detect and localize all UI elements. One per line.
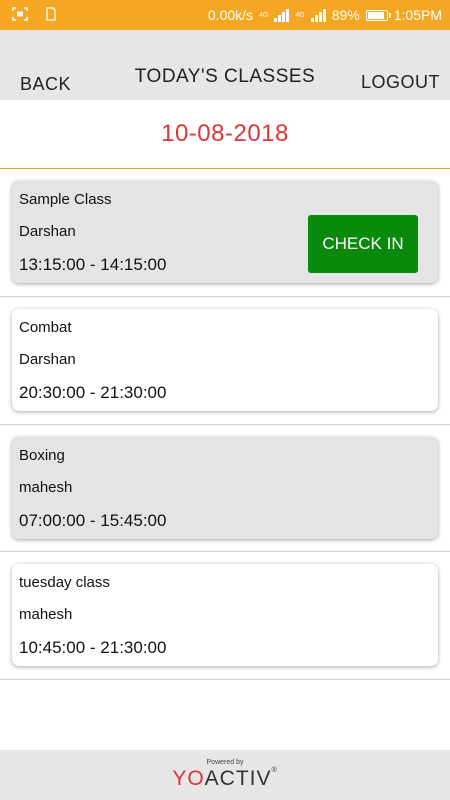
brand-logo: YOACTIV® [0, 767, 450, 791]
powered-by-label: Powered by [206, 759, 244, 766]
screenshot-icon [12, 7, 28, 24]
brand-activ: ACTIV [204, 767, 272, 790]
list-divider [0, 679, 450, 680]
class-time: 20:30:00 - 21:30:00 [19, 383, 167, 402]
class-trainer: mahesh [19, 606, 73, 623]
list-divider [0, 424, 450, 425]
sim-icon [46, 7, 56, 24]
network-type-a: 4G [259, 11, 269, 19]
battery-percent: 89% [331, 7, 360, 23]
class-card[interactable]: tuesday class mahesh 10:45:00 - 21:30:00 [12, 564, 438, 666]
class-name: tuesday class [19, 574, 110, 591]
check-in-button[interactable]: CHECK IN [308, 215, 418, 273]
registered-mark: ® [271, 767, 278, 774]
class-time: 13:15:00 - 14:15:00 [19, 255, 167, 274]
battery-icon [365, 9, 391, 21]
clock: 1:05PM [393, 7, 442, 23]
class-name: Combat [19, 319, 72, 336]
signal-icon-b [310, 8, 326, 22]
class-card[interactable]: Combat Darshan 20:30:00 - 21:30:00 [12, 309, 438, 411]
footer: Powered by YOACTIV® [0, 750, 450, 800]
class-card[interactable]: Boxing mahesh 07:00:00 - 15:45:00 [12, 437, 438, 539]
list-divider [0, 296, 450, 297]
class-trainer: Darshan [19, 351, 76, 368]
logout-button[interactable]: LOGOUT [361, 72, 440, 93]
current-date: 10-08-2018 [161, 120, 289, 147]
status-bar: 0.00k/s 4G 4G 89% 1:05PM [0, 0, 450, 30]
list-divider [0, 551, 450, 552]
date-divider [0, 168, 450, 169]
class-name: Sample Class [19, 191, 112, 208]
class-trainer: mahesh [19, 479, 73, 496]
network-type-b: 4G [295, 11, 305, 19]
class-time: 07:00:00 - 15:45:00 [19, 511, 167, 530]
network-speed: 0.00k/s [207, 7, 254, 23]
app-header: BACK TODAY'S CLASSES LOGOUT [0, 30, 450, 100]
class-time: 10:45:00 - 21:30:00 [19, 638, 167, 657]
class-trainer: Darshan [19, 223, 76, 240]
signal-icon-a [274, 8, 290, 22]
class-name: Boxing [19, 447, 65, 464]
brand-yo: YO [172, 767, 205, 790]
class-card[interactable]: Sample Class Darshan 13:15:00 - 14:15:00… [12, 181, 438, 283]
